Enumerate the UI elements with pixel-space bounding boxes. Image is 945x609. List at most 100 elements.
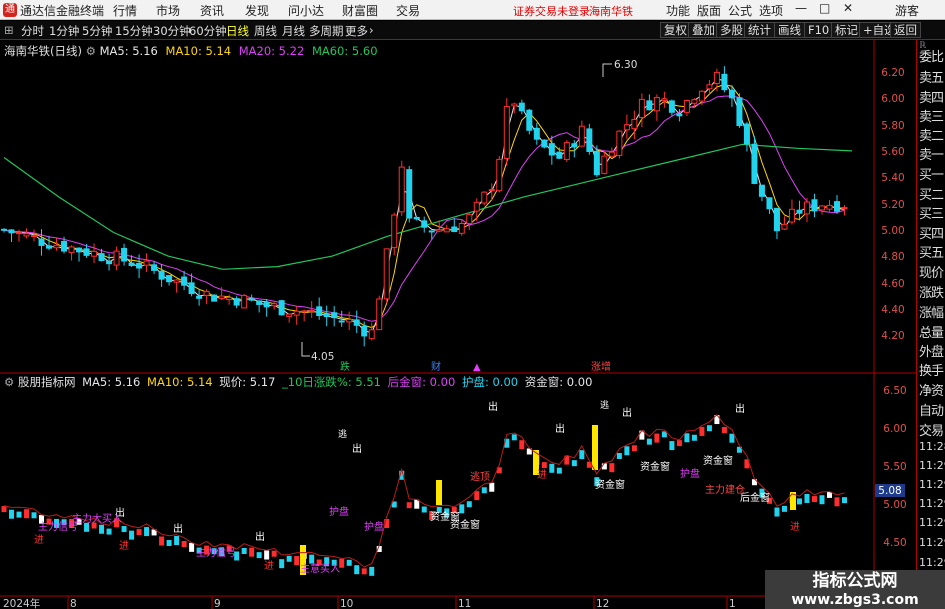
side-label[interactable]: 11:29 [919, 556, 945, 569]
multi-stock-button[interactable]: 多股 [716, 22, 747, 38]
menu-market[interactable]: 市场 [156, 2, 180, 19]
side-label[interactable]: 卖四 [919, 87, 944, 106]
side-label[interactable]: 交易 [919, 420, 944, 439]
side-label[interactable]: 净资 [919, 380, 944, 399]
signal-protect: 护盘 [329, 505, 349, 518]
signal-escape: 逃 [600, 399, 609, 411]
price-tick: 5.20 [881, 199, 904, 211]
sub-tick: 6.50 [883, 385, 906, 397]
sub-tick: 5.00 [883, 499, 906, 511]
period-multi[interactable]: 多周期 [309, 23, 344, 39]
side-label[interactable]: 总量 [919, 322, 944, 341]
mark-button[interactable]: 标记 [831, 22, 862, 38]
period-daily[interactable]: 日线 [226, 23, 249, 39]
price-axis: 6.20 6.00 5.80 5.60 5.40 5.20 5.00 4.80 … [875, 67, 907, 549]
chevron-right-icon[interactable]: › [369, 23, 374, 37]
menu-function[interactable]: 功能 [666, 2, 690, 19]
signal-out: 出 [735, 402, 745, 415]
kline-chart[interactable]: 6.20 6.00 5.80 5.60 5.40 5.20 5.00 4.80 … [0, 40, 916, 609]
event-marker[interactable]: ▲ [473, 362, 481, 373]
side-label[interactable]: 买五 [919, 242, 944, 261]
side-label[interactable]: 自动 [919, 400, 944, 419]
side-label[interactable]: 买一 [919, 164, 944, 183]
side-label[interactable]: 卖五 [919, 67, 944, 86]
statistics-button[interactable]: 统计 [744, 22, 775, 38]
period-30min[interactable]: 30分钟 [153, 23, 191, 39]
event-marker[interactable]: 跌 [340, 360, 350, 373]
restore-rights-button[interactable]: 复权 [660, 22, 691, 38]
side-label[interactable]: 委比 [919, 46, 944, 65]
side-label[interactable]: 11:29 [919, 536, 945, 549]
menu-trade[interactable]: 交易 [396, 2, 420, 19]
guest-label[interactable]: 游客 [895, 2, 919, 19]
quote-side-panel: ℝ 委比 卖五 卖四 卖三 卖二 卖一 买一 买二 买三 买四 买五 现价 涨跌 涨幅 总量 外盘 换手 净资 自动… [916, 40, 945, 609]
side-label[interactable]: 11:28 [919, 440, 945, 453]
app-title: 通达信金融终端 [20, 4, 105, 18]
current-price-tag-text: 5.08 [878, 485, 901, 497]
menu-layout[interactable]: 版面 [697, 2, 721, 19]
menu-wealth[interactable]: 财富圈 [342, 2, 378, 19]
period-60min[interactable]: 60分钟 [189, 23, 227, 39]
side-label[interactable]: 换手 [919, 360, 944, 379]
period-tick[interactable]: 分时 [21, 23, 44, 39]
watermark-url: www.zbgs3.com [791, 592, 919, 608]
time-tick: 11 [458, 598, 471, 609]
side-label[interactable]: 卖二 [919, 125, 944, 144]
menu-formula[interactable]: 公式 [728, 2, 752, 19]
side-label[interactable]: 现价 [919, 262, 944, 281]
period-1min[interactable]: 1分钟 [49, 23, 79, 39]
side-label[interactable]: 涨跌 [919, 282, 944, 301]
signal-buy: 主意买入 [300, 562, 340, 575]
list-icon[interactable]: ⊞ [4, 23, 14, 37]
period-weekly[interactable]: 周线 [254, 23, 277, 39]
menu-quotes[interactable]: 行情 [113, 2, 137, 19]
period-15min[interactable]: 15分钟 [115, 23, 153, 39]
candlesticks [1, 66, 848, 347]
event-marker[interactable]: 涨增 [591, 360, 611, 373]
side-label[interactable]: 买四 [919, 223, 944, 242]
menu-discover[interactable]: 发现 [245, 2, 269, 19]
sub-tick: 4.50 [883, 537, 906, 549]
side-label[interactable]: 11:29 [919, 459, 945, 472]
side-label[interactable]: 买二 [919, 184, 944, 203]
event-marker[interactable]: 财 [431, 360, 441, 373]
signal-big-buy: 主力大买入 [72, 512, 122, 525]
side-label[interactable]: 卖一 [919, 144, 944, 163]
price-tick: 5.80 [881, 120, 904, 132]
signal-out: 出 [555, 422, 565, 435]
minimize-icon[interactable]: — [795, 1, 807, 15]
signal-in: 进 [790, 521, 800, 533]
signal-in: 进 [119, 540, 129, 552]
overlay-button[interactable]: 叠加 [688, 22, 719, 38]
f10-button[interactable]: F10 [804, 22, 834, 38]
side-label[interactable]: 11:29 [919, 478, 945, 491]
signal-capital-window: 资金窗 [640, 460, 670, 473]
side-label[interactable]: 11:29 [919, 497, 945, 510]
side-label[interactable]: 买三 [919, 203, 944, 222]
signal-in: 进 [537, 469, 547, 481]
menu-options[interactable]: 选项 [759, 2, 783, 19]
price-tick: 4.80 [881, 251, 904, 263]
signal-in: 进 [34, 534, 44, 546]
side-label[interactable]: 11:29 [919, 516, 945, 529]
side-label[interactable]: 涨幅 [919, 302, 944, 321]
signal-protect: 护盘 [364, 520, 384, 533]
maximize-icon[interactable]: □ [819, 1, 830, 15]
side-label[interactable]: 卖三 [919, 106, 944, 125]
period-toolbar: ⊞ 分时 1分钟 5分钟 15分钟 30分钟 60分钟 日线 周线 月线 多周期… [0, 21, 945, 40]
side-label[interactable]: 外盘 [919, 341, 944, 360]
close-icon[interactable]: ✕ [843, 1, 853, 15]
draw-line-button[interactable]: 画线 [774, 22, 805, 38]
menu-news[interactable]: 资讯 [200, 2, 224, 19]
period-5min[interactable]: 5分钟 [82, 23, 112, 39]
time-tick: 1 [729, 598, 736, 609]
signal-main-force: 主力信号 [196, 546, 236, 559]
menu-ask[interactable]: 问小达 [288, 2, 324, 19]
sub-tick: 6.00 [883, 423, 906, 435]
price-tick: 4.60 [881, 278, 904, 290]
watermark-title: 指标公式网 [812, 571, 898, 591]
period-monthly[interactable]: 月线 [282, 23, 305, 39]
period-more[interactable]: 更多 [345, 23, 368, 39]
back-button[interactable]: 返回 [890, 22, 921, 38]
login-status[interactable]: 证券交易未登录 [513, 3, 590, 19]
